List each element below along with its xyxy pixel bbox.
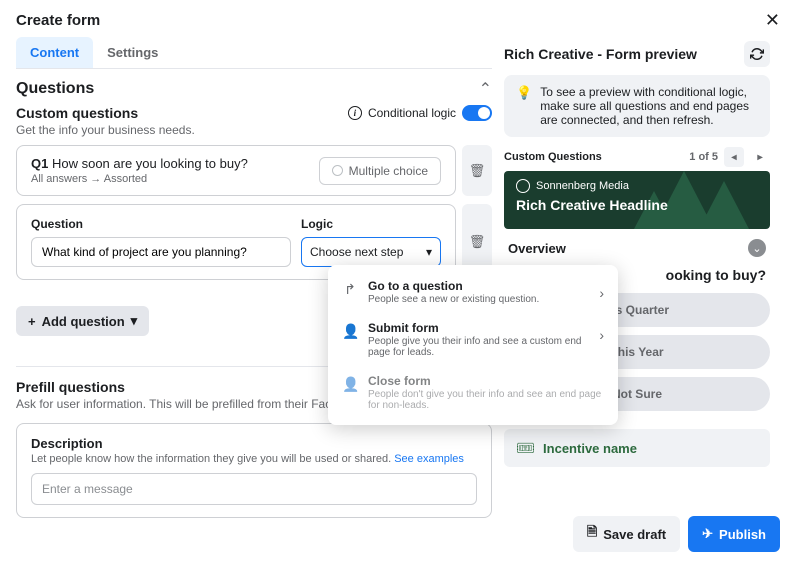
custom-questions-title: Custom questions bbox=[16, 105, 195, 121]
add-question-label: Add question bbox=[42, 314, 125, 329]
lightbulb-icon: 💡 bbox=[516, 85, 532, 127]
dropdown-close-form: 👤 Close form People don't give you their… bbox=[328, 366, 618, 419]
add-question-button[interactable]: + Add question ▾ bbox=[16, 306, 149, 336]
see-examples-link[interactable]: See examples bbox=[394, 453, 464, 465]
chevron-right-icon: › bbox=[599, 285, 604, 301]
creative-preview: Sonnenberg Media Rich Creative Headline bbox=[504, 171, 770, 229]
save-label: Save draft bbox=[603, 527, 666, 542]
pager-label: Custom Questions bbox=[504, 151, 602, 163]
publish-label: Publish bbox=[719, 527, 766, 542]
tab-settings[interactable]: Settings bbox=[93, 37, 172, 68]
question-card-q1[interactable]: Q1 How soon are you looking to buy? All … bbox=[16, 145, 456, 196]
pager-prev-button[interactable]: ◂ bbox=[724, 147, 744, 167]
brand-name: Sonnenberg Media bbox=[536, 180, 629, 192]
logic-field-label: Logic bbox=[301, 217, 441, 231]
dd-sub-2: People don't give you their info and see… bbox=[368, 389, 604, 411]
question-field-label: Question bbox=[31, 217, 291, 231]
person-close-icon: 👤 bbox=[342, 376, 358, 393]
dropdown-go-to-question[interactable]: ↱ Go to a question People see a new or e… bbox=[328, 271, 618, 313]
send-icon: ✈ bbox=[702, 526, 713, 542]
refresh-icon bbox=[750, 47, 764, 61]
section-title-questions: Questions bbox=[16, 80, 94, 98]
logic-dropdown: ↱ Go to a question People see a new or e… bbox=[328, 265, 618, 425]
refresh-button[interactable] bbox=[744, 41, 770, 67]
info-icon[interactable]: i bbox=[348, 106, 362, 120]
delete-q1-button[interactable]: 🗑 bbox=[462, 145, 492, 196]
q1-prefix: Q1 bbox=[31, 156, 48, 171]
logic-select[interactable]: Choose next step ▾ bbox=[301, 237, 441, 267]
description-card: Description Let people know how the info… bbox=[16, 423, 492, 518]
overview-label: Overview bbox=[508, 241, 566, 256]
description-input[interactable]: Enter a message bbox=[31, 473, 477, 505]
brand-icon bbox=[516, 179, 530, 193]
tab-content[interactable]: Content bbox=[16, 37, 93, 68]
dd-sub-0: People see a new or existing question. bbox=[368, 294, 589, 305]
question-input[interactable] bbox=[31, 237, 291, 267]
q1-type: Multiple choice bbox=[349, 164, 428, 178]
caret-down-icon: ▾ bbox=[131, 313, 138, 329]
dropdown-submit-form[interactable]: 👤 Submit form People give you their info… bbox=[328, 313, 618, 366]
dd-sub-1: People give you their info and see a cus… bbox=[368, 336, 589, 358]
dd-title-2: Close form bbox=[368, 374, 604, 388]
radio-icon bbox=[332, 165, 343, 176]
description-label: Description bbox=[31, 436, 477, 451]
dd-title-1: Submit form bbox=[368, 321, 589, 335]
close-icon[interactable]: ✕ bbox=[765, 10, 780, 31]
incentive-label: Incentive name bbox=[543, 441, 637, 456]
multiple-choice-button[interactable]: Multiple choice bbox=[319, 157, 441, 185]
preview-title: Rich Creative - Form preview bbox=[504, 46, 697, 62]
incentive-row: 🎟 Incentive name bbox=[504, 429, 770, 467]
tip-text: To see a preview with conditional logic,… bbox=[540, 85, 758, 127]
dd-title-0: Go to a question bbox=[368, 279, 589, 293]
person-submit-icon: 👤 bbox=[342, 323, 358, 340]
ticket-icon: 🎟 bbox=[516, 439, 535, 457]
preview-tip: 💡 To see a preview with conditional logi… bbox=[504, 75, 770, 137]
pager-count: 1 of 5 bbox=[689, 151, 718, 163]
logic-placeholder: Choose next step bbox=[310, 245, 403, 259]
conditional-logic-label: Conditional logic bbox=[368, 106, 456, 120]
custom-questions-subtitle: Get the info your business needs. bbox=[16, 123, 195, 137]
arrow-icon: ↱ bbox=[342, 281, 358, 298]
chevron-up-icon[interactable]: ⌃ bbox=[479, 79, 492, 99]
chevron-right-icon: › bbox=[599, 327, 604, 343]
publish-button[interactable]: ✈ Publish bbox=[688, 516, 780, 552]
q1-text: How soon are you looking to buy? bbox=[52, 156, 248, 171]
pager-next-button[interactable]: ▸ bbox=[750, 147, 770, 167]
creative-headline: Rich Creative Headline bbox=[516, 197, 758, 213]
caret-down-icon: ▾ bbox=[426, 245, 432, 259]
document-icon: 🗎 bbox=[587, 523, 597, 545]
plus-icon: + bbox=[28, 314, 36, 329]
q1-sub: All answers → Assorted bbox=[31, 173, 248, 185]
page-title: Create form bbox=[16, 12, 100, 29]
description-sub: Let people know how the information they… bbox=[31, 453, 394, 465]
chevron-down-icon[interactable]: ⌄ bbox=[748, 239, 766, 257]
conditional-logic-toggle[interactable] bbox=[462, 105, 492, 121]
tabs: Content Settings bbox=[16, 37, 492, 69]
save-draft-button[interactable]: 🗎 Save draft bbox=[573, 516, 680, 552]
